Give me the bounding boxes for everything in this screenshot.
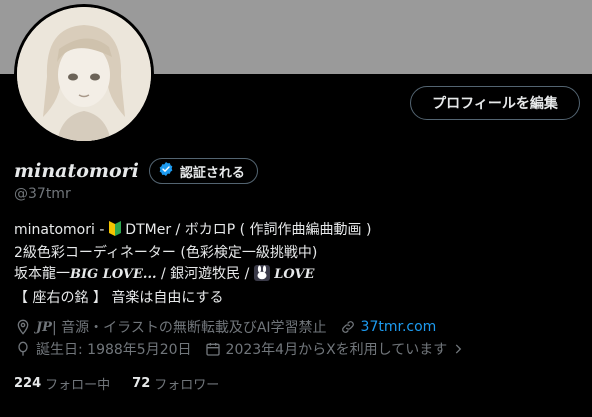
location-pin-icon [14, 318, 32, 336]
location-website-row: JP | 音源・イラストの無断転載及びAI学習禁止 37tmr.com [14, 317, 436, 337]
bio-line-4: 【 座右の銘 】 音楽は自由にする [14, 290, 224, 306]
bio-line-2: 2級色彩コーディネーター (色彩検定一級挑戦中) [14, 245, 318, 261]
website-link[interactable]: 37tmr.com [361, 319, 437, 335]
link-icon [339, 318, 357, 336]
follow-stats: 224 フォロー中 72 フォロワー [14, 374, 219, 393]
chevron-right-icon[interactable] [449, 340, 467, 358]
following-count: 224 [14, 376, 42, 391]
followers-link[interactable]: 72 フォロワー [132, 374, 219, 393]
bio-line-3-b: BIG LOVE... [70, 267, 157, 282]
balloon-icon [14, 340, 32, 358]
bio-line-3-a: 坂本龍一 [14, 266, 70, 282]
avatar-image [17, 7, 151, 141]
following-label: フォロー中 [45, 378, 111, 393]
display-name: minatomori [14, 160, 139, 182]
avatar[interactable] [14, 4, 154, 144]
name-row: minatomori 認証される [14, 158, 258, 184]
get-verified-button[interactable]: 認証される [148, 158, 258, 184]
bio-line-3-d: LOVE [274, 267, 315, 282]
rabbit-icon [253, 265, 270, 288]
user-handle: @37tmr [14, 186, 71, 202]
following-link[interactable]: 224 フォロー中 [14, 374, 110, 393]
bio: minatomori - DTMer / ボカロP ( 作詞作曲編曲動画 ) 2… [14, 220, 371, 309]
bio-line-3-c: / 銀河遊牧民 / [156, 266, 254, 282]
birthday-joined-row: 誕生日: 1988年5月20日 2023年4月からXを利用しています [14, 339, 471, 359]
joined-text[interactable]: 2023年4月からXを利用しています [226, 339, 448, 359]
beginner-mark-icon [108, 221, 121, 243]
bio-line-1-prefix: minatomori - [14, 222, 109, 238]
get-verified-label: 認証される [179, 165, 245, 181]
verified-badge-icon [158, 161, 180, 181]
location-text: | 音源・イラストの無断転載及びAI学習禁止 [51, 320, 327, 336]
followers-label: フォロワー [154, 378, 220, 393]
calendar-icon [204, 340, 222, 358]
bio-line-1-rest: DTMer / ボカロP ( 作詞作曲編曲動画 ) [125, 222, 372, 238]
location-code: JP [36, 319, 52, 335]
edit-profile-button[interactable]: プロフィールを編集 [410, 86, 580, 120]
followers-count: 72 [132, 376, 151, 391]
bio-line-3: 坂本龍一BIG LOVE... / 銀河遊牧民 / LOVE [14, 264, 371, 288]
birthday-text: 誕生日: 1988年5月20日 [36, 342, 192, 358]
bio-line-1: minatomori - DTMer / ボカロP ( 作詞作曲編曲動画 ) [14, 220, 371, 243]
